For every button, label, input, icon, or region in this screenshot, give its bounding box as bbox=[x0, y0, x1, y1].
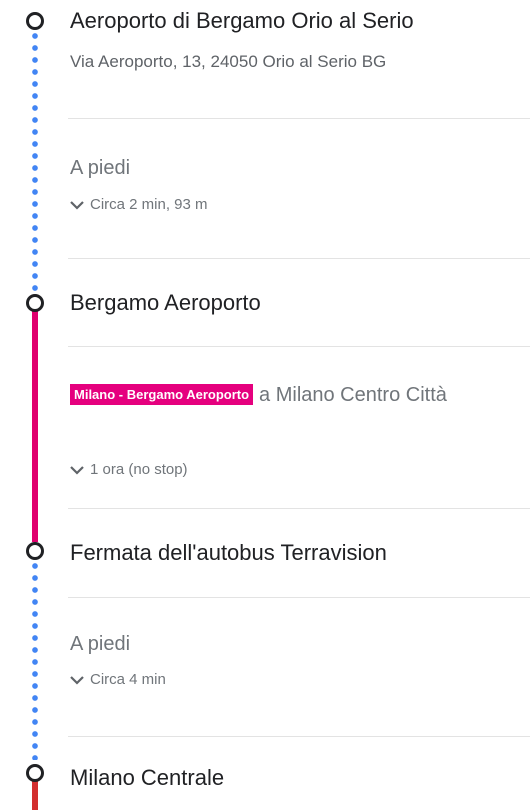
bus-destination: a Milano Centro Città bbox=[259, 384, 447, 406]
stop-name[interactable]: Bergamo Aeroporto bbox=[70, 290, 261, 316]
origin-address: Via Aeroporto, 13, 24050 Orio al Serio B… bbox=[70, 52, 387, 71]
divider bbox=[68, 736, 530, 737]
walk-detail-text: Circa 4 min bbox=[90, 671, 166, 688]
chevron-down-icon bbox=[70, 200, 84, 210]
bus-segment: Milano - Bergamo Aeroporto a Milano Centr… bbox=[70, 380, 530, 410]
walk-detail-text: Circa 2 min, 93 m bbox=[90, 196, 208, 213]
walk-details-toggle[interactable]: Circa 4 min bbox=[70, 671, 166, 688]
divider bbox=[68, 346, 530, 347]
stop-circle-icon bbox=[26, 764, 44, 782]
divider bbox=[68, 118, 530, 119]
destination-name[interactable]: Milano Centrale bbox=[70, 765, 224, 791]
walk-mode-label: A piedi bbox=[70, 157, 131, 179]
walk-mode-label: A piedi bbox=[70, 633, 131, 655]
divider bbox=[68, 508, 530, 509]
stop-name[interactable]: Fermata dell'autobus Terravision bbox=[70, 540, 387, 566]
chevron-down-icon bbox=[70, 675, 84, 685]
bus-details-toggle[interactable]: 1 ora (no stop) bbox=[70, 461, 188, 478]
chevron-down-icon bbox=[70, 465, 84, 475]
stop-circle-icon bbox=[26, 12, 44, 30]
divider bbox=[68, 597, 530, 598]
walk-details-toggle[interactable]: Circa 2 min, 93 m bbox=[70, 196, 208, 213]
bus-line-badge[interactable]: Milano - Bergamo Aeroporto bbox=[70, 384, 254, 405]
stop-circle-icon bbox=[26, 542, 44, 560]
bus-route-line bbox=[32, 310, 38, 542]
origin-name[interactable]: Aeroporto di Bergamo Orio al Serio bbox=[70, 8, 414, 34]
next-route-line bbox=[32, 780, 38, 810]
bus-detail-text: 1 ora (no stop) bbox=[90, 461, 188, 478]
stop-circle-icon bbox=[26, 294, 44, 312]
walk-dotted-line-1 bbox=[32, 30, 38, 294]
divider bbox=[68, 258, 530, 259]
walk-dotted-line-2 bbox=[32, 560, 38, 760]
